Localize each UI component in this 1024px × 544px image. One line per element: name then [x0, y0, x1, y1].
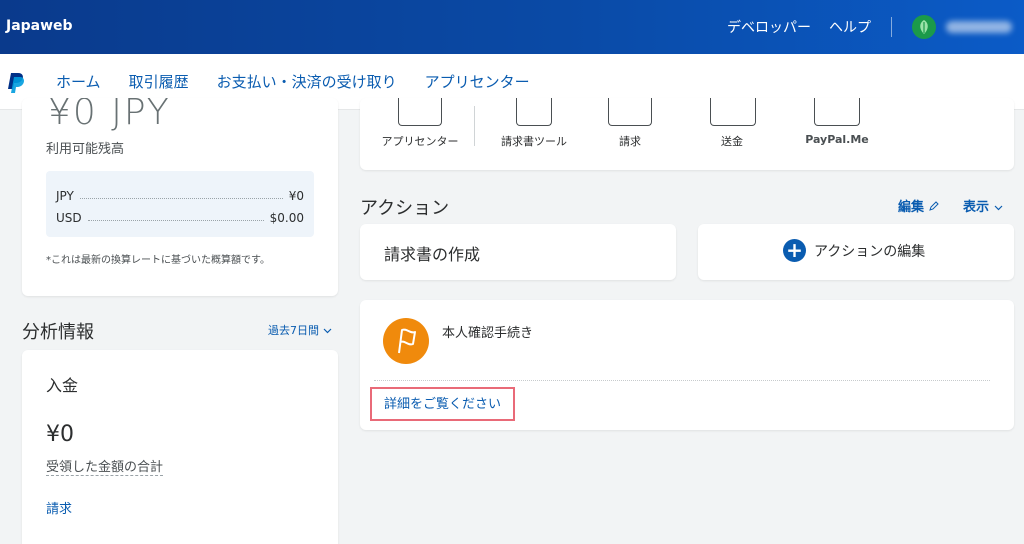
- paypal-me-icon: [814, 98, 860, 126]
- invoice-tool-icon: [516, 98, 552, 126]
- create-invoice-label: 請求書の作成: [384, 245, 481, 264]
- pencil-icon: [928, 201, 939, 211]
- divider: [474, 106, 475, 146]
- developer-link[interactable]: デベロッパー: [727, 17, 811, 37]
- leaf-icon: [920, 20, 928, 34]
- request-icon: [608, 98, 652, 126]
- top-right-menu: デベロッパー ヘルプ: [709, 14, 1012, 40]
- verification-title: 本人確認手続き: [442, 326, 534, 341]
- balance-note: *これは最新の換算レートに基づいた概算額です。: [46, 255, 270, 266]
- flag-icon: [383, 318, 429, 364]
- currency-row-jpy: JPY ¥0: [56, 181, 304, 203]
- actions-title: アクション: [360, 198, 450, 219]
- analytics-title: 分析情報: [22, 322, 94, 343]
- create-invoice-button[interactable]: 請求書の作成: [360, 224, 676, 280]
- dotted-leader: [87, 220, 264, 221]
- shortcut-label: PayPal.Me: [805, 133, 869, 146]
- period-label: 過去7日間: [268, 324, 319, 337]
- currency-value: ¥0: [288, 189, 304, 203]
- account-brand: Japaweb: [6, 18, 73, 34]
- verification-card: 本人確認手続き 詳細をご覧ください: [360, 300, 1014, 430]
- plus-icon: +: [783, 239, 806, 262]
- currency-value: $0.00: [269, 211, 304, 225]
- income-title: 入金: [46, 376, 79, 395]
- balance-card: ¥0 JPY 利用可能残高 JPY ¥0 USD $0.00 *これは最新の換算…: [22, 98, 338, 296]
- paypal-logo-icon[interactable]: [6, 71, 26, 99]
- view-dropdown[interactable]: 表示: [963, 196, 1003, 215]
- app-center-icon: [398, 98, 442, 126]
- income-amount: ¥0: [46, 422, 74, 447]
- dotted-leader: [79, 198, 283, 199]
- shortcut-label: 送金: [721, 135, 743, 148]
- shortcut-paypal-me[interactable]: PayPal.Me: [787, 98, 887, 170]
- divider: [891, 17, 892, 37]
- shortcut-send-money[interactable]: 送金: [682, 98, 782, 170]
- divider: [374, 380, 990, 381]
- see-details-link[interactable]: 詳細をご覧ください: [370, 387, 516, 421]
- chevron-down-icon: [323, 328, 331, 334]
- shortcut-invoice-tool[interactable]: 請求書ツール: [484, 98, 584, 170]
- shortcut-request[interactable]: 請求: [580, 98, 680, 170]
- edit-label: 編集: [898, 200, 925, 215]
- edit-actions-button[interactable]: + アクションの編集: [698, 224, 1014, 280]
- income-subtitle[interactable]: 受領した金額の合計: [46, 456, 164, 476]
- chevron-down-icon: [994, 205, 1002, 211]
- currency-list: JPY ¥0 USD $0.00: [46, 171, 314, 237]
- balance-label: 利用可能残高: [46, 142, 125, 157]
- send-money-icon: [710, 98, 756, 126]
- view-label: 表示: [963, 200, 990, 215]
- shortcut-app-center[interactable]: アプリセンター: [370, 98, 470, 170]
- request-link[interactable]: 請求: [46, 498, 72, 517]
- shortcuts-card: アプリセンター 請求書ツール 請求 送金 PayPal.Me: [360, 98, 1014, 170]
- balance-amount: ¥0 JPY: [48, 98, 171, 133]
- edit-actions-label: アクションの編集: [814, 243, 926, 260]
- top-bar: Japaweb デベロッパー ヘルプ: [0, 0, 1024, 54]
- account-name-blurred[interactable]: [946, 21, 1012, 33]
- shortcut-label: 請求: [619, 135, 641, 148]
- avatar[interactable]: [912, 15, 936, 39]
- shortcut-label: アプリセンター: [381, 135, 459, 148]
- currency-code: JPY: [56, 189, 74, 203]
- currency-row-usd: USD $0.00: [56, 203, 304, 225]
- shortcut-label: 請求書ツール: [501, 135, 567, 148]
- edit-actions-link[interactable]: 編集: [898, 196, 939, 215]
- period-dropdown[interactable]: 過去7日間: [268, 322, 332, 338]
- currency-code: USD: [56, 211, 82, 225]
- help-link[interactable]: ヘルプ: [829, 17, 871, 37]
- income-card: 入金 ¥0 受領した金額の合計 請求: [22, 350, 338, 544]
